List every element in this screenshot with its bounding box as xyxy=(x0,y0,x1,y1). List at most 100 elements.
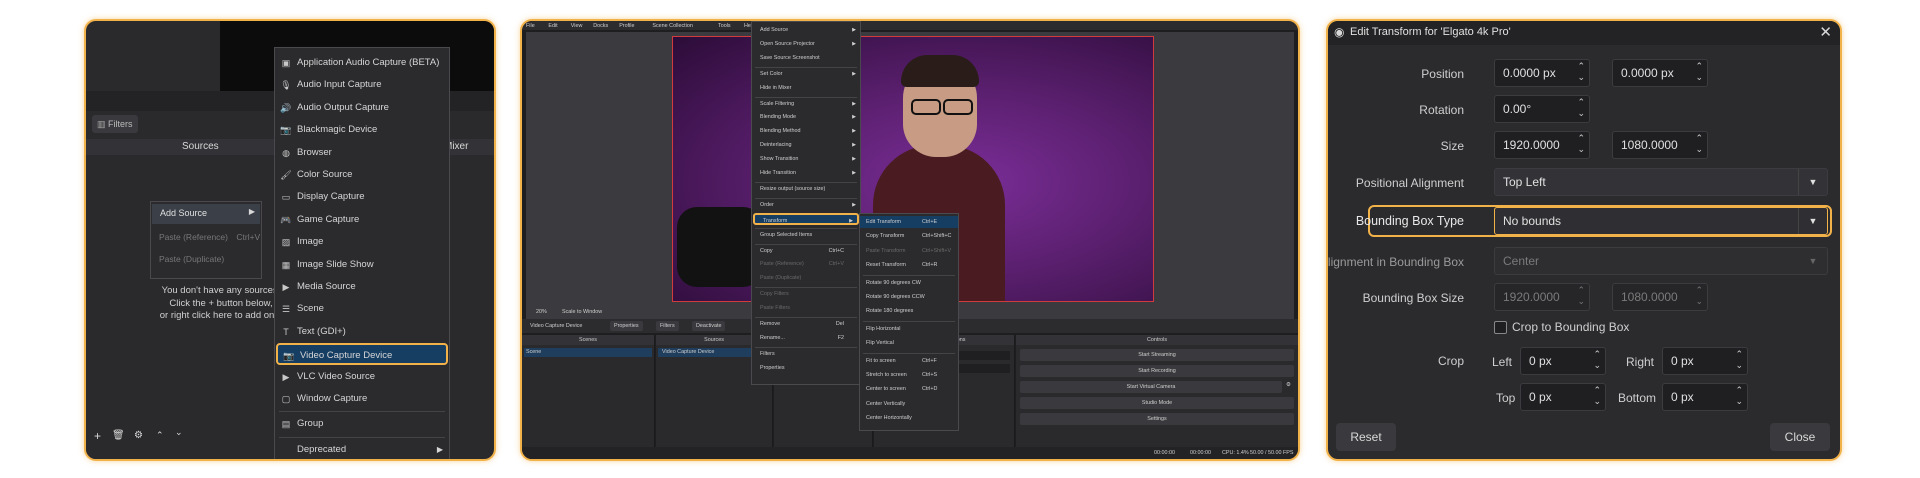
control-button-2[interactable]: Start Virtual Camera xyxy=(1020,381,1282,393)
transform-item-8[interactable]: Flip Vertical xyxy=(860,337,958,349)
properties-button[interactable]: Properties xyxy=(610,321,643,331)
crop-bottom-input[interactable]: 0 px ⌃ ⌄ xyxy=(1662,383,1748,411)
context-item-13[interactable]: Transform ▶ xyxy=(753,212,859,225)
gear-icon[interactable]: ⚙ xyxy=(1286,382,1291,388)
chevron-down-icon[interactable]: ⌄ xyxy=(175,427,183,438)
close-button[interactable]: Close xyxy=(1770,423,1830,451)
context-item-22[interactable]: Filters xyxy=(752,348,860,360)
control-button-4[interactable]: Settings xyxy=(1020,413,1294,425)
bounding-box-type-select[interactable]: No bounds ▼ xyxy=(1494,207,1828,235)
spin-arrows-icon[interactable]: ⌃ ⌄ xyxy=(1577,61,1585,83)
submenu-item-4[interactable]: ◍ Browser xyxy=(275,142,449,164)
crop-to-bbox-checkbox[interactable] xyxy=(1494,321,1507,334)
scene-item[interactable]: Scene xyxy=(524,348,652,357)
spin-arrows-icon[interactable]: ⌃ ⌄ xyxy=(1735,385,1743,407)
crop-left-input[interactable]: 0 px ⌃ ⌄ xyxy=(1520,347,1606,375)
spin-arrows-icon[interactable]: ⌃ ⌄ xyxy=(1695,61,1703,83)
context-item-14[interactable]: Group Selected Items xyxy=(752,229,860,241)
context-item-9[interactable]: Show Transition ▶ xyxy=(752,153,860,165)
context-item-7[interactable]: Blending Method ▶ xyxy=(752,125,860,137)
menu-item-paste-duplicate[interactable]: Paste (Duplicate) xyxy=(159,254,224,264)
context-item-17[interactable]: Paste (Duplicate) xyxy=(752,272,860,284)
submenu-item-17[interactable]: Deprecated ▶ xyxy=(275,439,449,459)
submenu-item-10[interactable]: ▶ Media Source xyxy=(275,276,449,298)
control-button-3[interactable]: Studio Mode xyxy=(1020,397,1294,409)
close-icon[interactable]: ✕ xyxy=(1819,23,1832,41)
reset-button[interactable]: Reset xyxy=(1336,423,1396,451)
positional-alignment-select[interactable]: Top Left ▼ xyxy=(1494,168,1828,196)
transform-item-4[interactable]: Rotate 90 degrees CW xyxy=(860,277,958,289)
context-item-16[interactable]: Paste (Reference) Ctrl+V xyxy=(752,258,860,270)
filters-button[interactable]: ▥ Filters xyxy=(92,115,138,133)
context-item-5[interactable]: Scale Filtering ▶ xyxy=(752,98,860,110)
add-icon[interactable]: + xyxy=(94,429,101,443)
spin-arrows-icon[interactable]: ⌃ ⌄ xyxy=(1695,133,1703,155)
context-item-21[interactable]: Rename... F2 xyxy=(752,332,860,344)
context-item-15[interactable]: Copy Ctrl+C xyxy=(752,245,860,257)
transform-item-6[interactable]: Rotate 180 degrees xyxy=(860,305,958,317)
context-item-2[interactable]: Save Source Screenshot xyxy=(752,52,860,64)
crop-top-input[interactable]: 0 px ⌃ ⌄ xyxy=(1520,383,1606,411)
submenu-item-3[interactable]: 📷 Blackmagic Device xyxy=(275,119,449,141)
rotation-input[interactable]: 0.00° ⌃ ⌄ xyxy=(1494,95,1590,123)
context-item-8[interactable]: Deinterlacing ▶ xyxy=(752,139,860,151)
submenu-item-16[interactable]: ▤ Group xyxy=(275,413,449,435)
gear-icon[interactable]: ⚙ xyxy=(134,430,143,441)
menubar-item-1[interactable]: Edit xyxy=(548,23,557,29)
context-item-12[interactable]: Order ▶ xyxy=(752,199,860,211)
spin-arrows-icon[interactable]: ⌃ ⌄ xyxy=(1577,97,1585,119)
submenu-item-6[interactable]: ▭ Display Capture xyxy=(275,186,449,208)
menubar-item-6[interactable]: Tools xyxy=(718,23,731,29)
submenu-item-9[interactable]: ▦ Image Slide Show xyxy=(275,254,449,276)
context-item-3[interactable]: Set Color ▶ xyxy=(752,68,860,80)
submenu-item-11[interactable]: ☰ Scene xyxy=(275,298,449,320)
menubar-item-0[interactable]: File xyxy=(526,23,535,29)
filters-button[interactable]: Filters xyxy=(656,321,679,331)
submenu-item-15[interactable]: ▢ Window Capture xyxy=(275,388,449,410)
position-y-input[interactable]: 0.0000 px ⌃ ⌄ xyxy=(1612,59,1708,87)
submenu-item-2[interactable]: 🔊 Audio Output Capture xyxy=(275,97,449,119)
transform-item-13[interactable]: Center Horizontally xyxy=(860,412,958,424)
trash-icon[interactable]: 🗑 xyxy=(112,430,125,441)
transform-item-2[interactable]: Paste Transform Ctrl+Shift+V xyxy=(860,245,958,257)
deactivate-button[interactable]: Deactivate xyxy=(692,321,726,331)
spin-arrows-icon[interactable]: ⌃ ⌄ xyxy=(1695,285,1703,307)
transform-item-10[interactable]: Stretch to screen Ctrl+S xyxy=(860,369,958,381)
transform-item-9[interactable]: Fit to screen Ctrl+F xyxy=(860,355,958,367)
control-button-0[interactable]: Start Streaming xyxy=(1020,349,1294,361)
bbox-width-input[interactable]: 1920.0000 ⌃ ⌄ xyxy=(1494,283,1590,311)
submenu-item-14[interactable]: ▶ VLC Video Source xyxy=(275,366,449,388)
context-item-0[interactable]: Add Source ▶ xyxy=(752,24,860,36)
context-item-4[interactable]: Hide in Mixer xyxy=(752,82,860,94)
menu-item-add-source[interactable]: Add Source ▶ xyxy=(152,204,260,224)
context-item-18[interactable]: Copy Filters xyxy=(752,288,860,300)
menubar-item-3[interactable]: Docks xyxy=(593,23,608,29)
menubar-item-2[interactable]: View xyxy=(571,23,583,29)
submenu-item-12[interactable]: T Text (GDI+) xyxy=(275,321,449,343)
transform-item-12[interactable]: Center Vertically xyxy=(860,398,958,410)
control-button-1[interactable]: Start Recording xyxy=(1020,365,1294,377)
context-item-1[interactable]: Open Source Projector ▶ xyxy=(752,38,860,50)
menu-item-paste-reference[interactable]: Paste (Reference) Ctrl+V xyxy=(159,232,260,242)
submenu-item-7[interactable]: 🎮 Game Capture xyxy=(275,209,449,231)
menubar-item-4[interactable]: Profile xyxy=(619,23,634,29)
size-width-input[interactable]: 1920.0000 ⌃ ⌄ xyxy=(1494,131,1590,159)
submenu-item-8[interactable]: ▨ Image xyxy=(275,231,449,253)
transform-item-0[interactable]: Edit Transform Ctrl+E xyxy=(860,216,958,228)
submenu-item-0[interactable]: ▣ Application Audio Capture (BETA) xyxy=(275,52,449,74)
crop-right-input[interactable]: 0 px ⌃ ⌄ xyxy=(1662,347,1748,375)
context-item-23[interactable]: Properties xyxy=(752,362,860,374)
size-height-input[interactable]: 1080.0000 ⌃ ⌄ xyxy=(1612,131,1708,159)
transform-item-1[interactable]: Copy Transform Ctrl+Shift+C xyxy=(860,230,958,242)
submenu-item-5[interactable]: 🖌 Color Source xyxy=(275,164,449,186)
transform-item-5[interactable]: Rotate 90 degrees CCW xyxy=(860,291,958,303)
context-item-6[interactable]: Blending Mode ▶ xyxy=(752,111,860,123)
context-item-10[interactable]: Hide Transition ▶ xyxy=(752,167,860,179)
bbox-height-input[interactable]: 1080.0000 ⌃ ⌄ xyxy=(1612,283,1708,311)
alignment-in-bbox-select[interactable]: Center ▼ xyxy=(1494,247,1828,275)
transform-item-7[interactable]: Flip Horizontal xyxy=(860,323,958,335)
spin-arrows-icon[interactable]: ⌃ ⌄ xyxy=(1577,133,1585,155)
transform-item-3[interactable]: Reset Transform Ctrl+R xyxy=(860,259,958,271)
submenu-item-1[interactable]: 🎙 Audio Input Capture xyxy=(275,74,449,96)
chevron-up-icon[interactable]: ⌃ xyxy=(156,430,164,441)
